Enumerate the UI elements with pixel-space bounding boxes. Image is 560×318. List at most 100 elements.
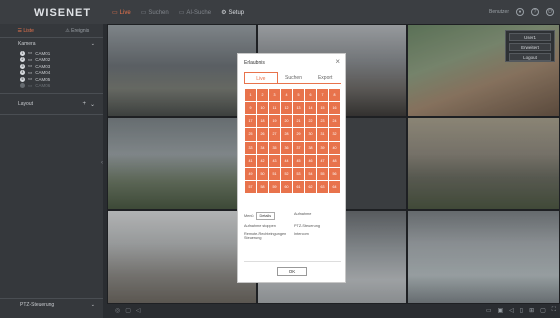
channel-cell[interactable]: 44 [281,154,292,167]
channel-cell[interactable]: 30 [305,128,316,141]
capture-icon[interactable]: ▭ [486,307,492,314]
video-tile[interactable] [107,210,257,304]
chevron-down-icon[interactable]: ⌄ [90,101,95,108]
user-icon[interactable]: ● [516,8,524,16]
perm-ptz[interactable]: PTZ-Steuerung [294,224,342,228]
channel-cell[interactable]: 13 [293,102,304,115]
channel-cell[interactable]: 32 [329,128,340,141]
channel-cell[interactable]: 60 [281,180,292,193]
ok-button[interactable]: OK [277,267,307,276]
channel-cell[interactable]: 51 [269,167,280,180]
channel-cell[interactable]: 52 [281,167,292,180]
tab-search[interactable]: Suchen [278,72,310,83]
channel-cell[interactable]: 20 [281,115,292,128]
channel-cell[interactable]: 48 [329,154,340,167]
channel-cell[interactable]: 61 [293,180,304,193]
video-tile[interactable] [107,117,257,210]
channel-cell[interactable]: 38 [305,141,316,154]
list-item[interactable]: ▭ CAM06 [20,83,103,90]
channel-cell[interactable]: 50 [257,167,268,180]
user-menu-item[interactable]: Erweitert [509,43,551,51]
channel-cell[interactable]: 63 [317,180,328,193]
channel-cell[interactable]: 45 [293,154,304,167]
channel-cell[interactable]: 54 [305,167,316,180]
channel-cell[interactable]: 40 [329,141,340,154]
channel-cell[interactable]: 41 [245,154,256,167]
channel-cell[interactable]: 29 [293,128,304,141]
sidebar-collapse-handle[interactable]: ‹ [101,160,105,172]
nav-search[interactable]: ▭ Suchen [141,9,169,17]
channel-cell[interactable]: 7 [317,89,328,102]
record-icon[interactable]: ◎ [115,307,120,314]
channel-cell[interactable]: 46 [305,154,316,167]
channel-cell[interactable]: 14 [305,102,316,115]
volume-icon[interactable]: ◁ [509,307,514,314]
channel-cell[interactable]: 58 [257,180,268,193]
perm-intercom[interactable]: Intercom [294,232,342,240]
channel-cell[interactable]: 56 [329,167,340,180]
ptz-section-header[interactable]: PTZ-Steuerung ⌄ [0,298,103,310]
channel-cell[interactable]: 55 [317,167,328,180]
channel-cell[interactable]: 37 [293,141,304,154]
channel-cell[interactable]: 39 [317,141,328,154]
channel-cell[interactable]: 11 [269,102,280,115]
logout-button[interactable]: Logout [509,53,551,61]
close-icon[interactable]: × [335,57,340,66]
aspect-icon[interactable]: ▯ [520,307,523,314]
perm-recording[interactable]: Aufnahme [294,212,342,220]
channel-cell[interactable]: 22 [305,115,316,128]
user-menu-item[interactable]: User1 [509,33,551,41]
video-tile[interactable] [407,210,560,304]
channel-cell[interactable]: 17 [245,115,256,128]
channel-cell[interactable]: 47 [317,154,328,167]
tab-live[interactable]: Live [244,72,278,83]
channel-cell[interactable]: 53 [293,167,304,180]
channel-cell[interactable]: 8 [329,89,340,102]
channel-cell[interactable]: 24 [329,115,340,128]
tab-export[interactable]: Export [309,72,341,83]
snapshot-icon[interactable]: ▢ [125,307,131,314]
channel-cell[interactable]: 19 [269,115,280,128]
nav-ai-search[interactable]: ▭ AI-Suche [179,9,211,17]
sequence-icon[interactable]: ▢ [540,307,546,314]
channel-cell[interactable]: 27 [269,128,280,141]
user-name[interactable]: Benutzer [489,9,509,15]
channel-cell[interactable]: 21 [293,115,304,128]
add-icon[interactable]: + [82,101,86,108]
channel-cell[interactable]: 23 [317,115,328,128]
channel-cell[interactable]: 33 [245,141,256,154]
channel-cell[interactable]: 62 [305,180,316,193]
channel-cell[interactable]: 12 [281,102,292,115]
channel-cell[interactable]: 3 [269,89,280,102]
nav-setup[interactable]: ⚙ Setup [221,9,244,17]
channel-cell[interactable]: 36 [281,141,292,154]
channel-cell[interactable]: 34 [257,141,268,154]
channel-cell[interactable]: 1 [245,89,256,102]
video-tile[interactable] [107,24,257,117]
channel-cell[interactable]: 5 [293,89,304,102]
channel-cell[interactable]: 16 [329,102,340,115]
channel-cell[interactable]: 59 [269,180,280,193]
nav-live[interactable]: ▭ Live [112,9,131,17]
channel-cell[interactable]: 4 [281,89,292,102]
layout-grid-icon[interactable]: ⊞ [529,307,534,314]
channel-cell[interactable]: 15 [317,102,328,115]
perm-stop-recording[interactable]: Aufnahme stoppen [244,224,294,228]
channel-cell[interactable]: 6 [305,89,316,102]
channel-cell[interactable]: 64 [329,180,340,193]
screen-icon[interactable]: ▣ [497,307,503,314]
help-icon[interactable]: ? [531,8,539,16]
channel-cell[interactable]: 2 [257,89,268,102]
perm-remote[interactable]: Remote-Rechteingungen Steuerung [244,232,294,240]
channel-cell[interactable]: 18 [257,115,268,128]
tab-list[interactable]: ☰ Liste [0,24,52,37]
channel-cell[interactable]: 25 [245,128,256,141]
channel-cell[interactable]: 28 [281,128,292,141]
audio-icon[interactable]: ◁ [136,307,141,314]
camera-section-header[interactable]: Kamera ⌄ [0,38,103,50]
channel-cell[interactable]: 9 [245,102,256,115]
channel-cell[interactable]: 31 [317,128,328,141]
details-button[interactable]: Details [255,212,276,220]
power-icon[interactable]: ⏻ [546,8,554,16]
channel-cell[interactable]: 10 [257,102,268,115]
